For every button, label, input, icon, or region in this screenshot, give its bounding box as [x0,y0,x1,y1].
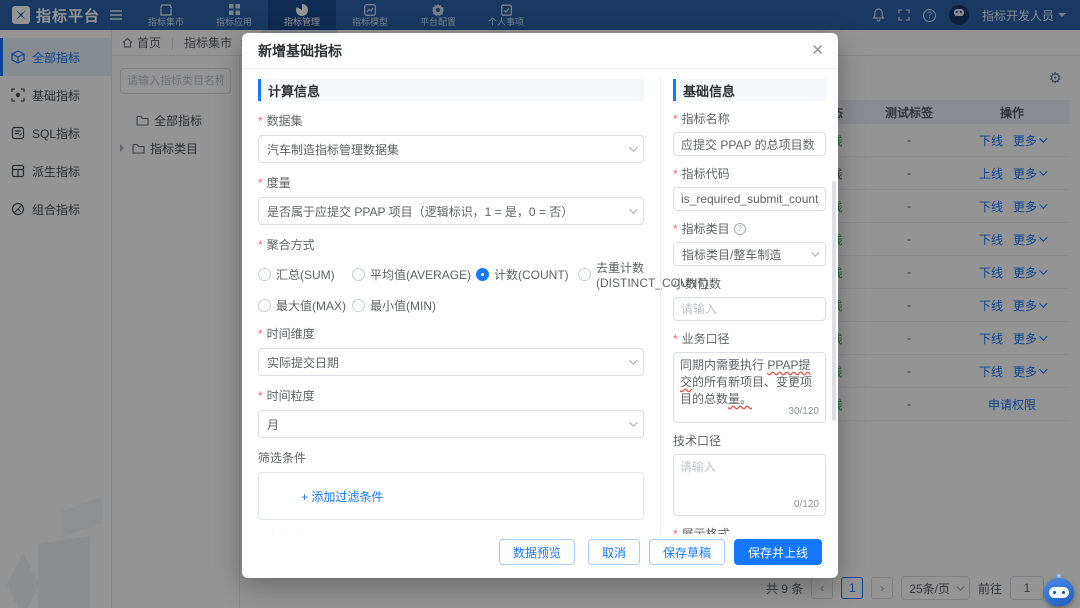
radio-max[interactable]: 最大值(MAX) [258,297,352,314]
measure-label: 度量 [258,174,644,191]
dialog-body: 计算信息 数据集 汽车制造指标管理数据集 度量 是否属于应提交 PPAP 项目（… [242,69,838,534]
dimensions-label: 分析维度 [258,531,644,534]
time-granularity-value: 月 [267,416,279,433]
data-preview-button[interactable]: 数据预览 [499,539,575,565]
radio-sum[interactable]: 汇总(SUM) [258,259,352,290]
technical-caliber-textarea[interactable]: 请输入 0/120 [673,454,826,516]
dataset-select[interactable]: 汽车制造指标管理数据集 [258,135,644,163]
metric-code-input[interactable] [673,187,826,211]
metric-name-label: 指标名称 [673,110,826,127]
section-title-calc: 计算信息 [258,79,644,101]
filter-box: + 添加过滤条件 [258,472,644,520]
close-dialog-icon[interactable]: ✕ [811,43,824,58]
decimal-places-label: 小数位数 [673,275,826,292]
section-title-basic: 基础信息 [673,79,826,101]
decimal-places-input[interactable] [673,297,826,321]
radio-min[interactable]: 最小值(MIN) [352,297,476,314]
metric-category-value: 指标类目/整车制造 [682,246,781,263]
metric-category-select[interactable]: 指标类目/整车制造 [673,242,826,266]
business-caliber-text: 同期内需要执行 PPAP提交的所有新项目、变更项目的总数量。 [680,358,812,406]
dataset-value: 汽车制造指标管理数据集 [267,141,399,158]
assistant-robot[interactable] [1042,572,1076,608]
aggregation-radio-group: 汇总(SUM) 平均值(AVERAGE) 计数(COUNT) 去重计数(DIST… [258,259,644,314]
time-granularity-label: 时间粒度 [258,387,644,404]
radio-icon [578,268,591,281]
metric-category-label: 指标类目 ? [673,220,826,237]
dialog-header: 新增基础指标 ✕ [242,33,838,69]
calculation-section: 计算信息 数据集 汽车制造指标管理数据集 度量 是否属于应提交 PPAP 项目（… [258,79,660,534]
save-and-publish-button[interactable]: 保存并上线 [734,539,822,565]
radio-checked-icon [476,268,489,281]
placeholder-text: 请输入 [680,460,716,474]
dataset-label: 数据集 [258,112,644,129]
chevron-down-icon [811,248,819,256]
cancel-button[interactable]: 取消 [588,539,640,565]
radio-icon [352,268,365,281]
dialog-footer: 数据预览 取消 保存草稿 保存并上线 [242,534,838,578]
new-basic-metric-dialog: 新增基础指标 ✕ 计算信息 数据集 汽车制造指标管理数据集 度量 是否属于应提交… [242,33,838,578]
radio-count[interactable]: 计数(COUNT) [476,259,578,290]
robot-eye [1062,591,1065,594]
technical-caliber-label: 技术口径 [673,432,826,449]
business-caliber-textarea[interactable]: 同期内需要执行 PPAP提交的所有新项目、变更项目的总数量。 30/120 [673,352,826,423]
chevron-down-icon [629,205,637,213]
help-circle-icon[interactable]: ? [734,223,746,235]
time-dimension-select[interactable]: 实际提交日期 [258,348,644,376]
radio-icon [258,268,271,281]
radio-average[interactable]: 平均值(AVERAGE) [352,259,476,290]
metric-code-label: 指标代码 [673,165,826,182]
chevron-down-icon [629,418,637,426]
radio-icon [352,299,365,312]
char-counter: 0/120 [794,496,819,513]
char-counter: 30/120 [788,403,819,420]
display-format-label: 展示格式 [673,525,826,534]
filter-label: 筛选条件 [258,449,644,466]
time-dimension-label: 时间维度 [258,325,644,342]
metric-name-input[interactable] [673,132,826,156]
aggregation-label: 聚合方式 [258,236,644,253]
robot-face [1049,587,1069,598]
time-dimension-value: 实际提交日期 [267,354,339,371]
chevron-down-icon [629,143,637,151]
time-granularity-select[interactable]: 月 [258,410,644,438]
measure-value: 是否属于应提交 PPAP 项目（逻辑标识，1 = 是，0 = 否） [267,203,573,220]
measure-select[interactable]: 是否属于应提交 PPAP 项目（逻辑标识，1 = 是，0 = 否） [258,197,644,225]
scrollbar-thumb[interactable] [832,181,836,421]
radio-icon [258,299,271,312]
add-filter-link[interactable]: + 添加过滤条件 [301,488,383,505]
business-caliber-label: 业务口径 [673,330,826,347]
robot-eye [1053,591,1056,594]
chevron-down-icon [629,356,637,364]
dialog-title: 新增基础指标 [258,41,342,61]
save-draft-button[interactable]: 保存草稿 [649,539,725,565]
basic-info-section: 基础信息 指标名称 指标代码 指标类目 ? 指标类目/整车制造 小数位数 业务口… [661,79,826,534]
